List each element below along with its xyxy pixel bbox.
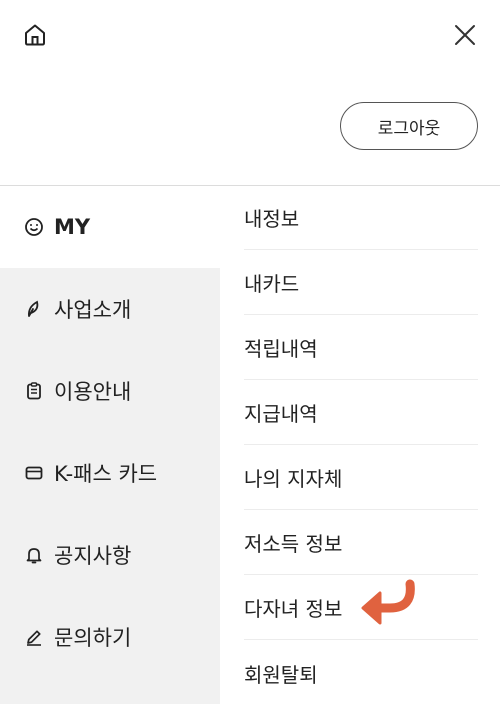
sidebar-item-guide[interactable]: 이용안내 [0,350,220,432]
sidebar-item-notice[interactable]: 공지사항 [0,514,220,596]
bell-icon [24,545,44,565]
menu-item-low-income-info[interactable]: 저소득 정보 [244,511,478,575]
sidebar-item-label: MY [54,215,91,239]
sidebar-item-my[interactable]: MY [0,186,220,268]
pencil-icon [24,627,44,647]
logout-button[interactable]: 로그아웃 [340,102,478,150]
menu-item-payment-history[interactable]: 지급내역 [244,381,478,445]
menu-header: 로그아웃 [0,0,500,186]
sidebar-item-label: 사업소개 [54,298,132,322]
sidebar-item-label: 공지사항 [54,544,132,568]
menu-item-my-card[interactable]: 내카드 [244,251,478,315]
sidebar-item-label: K-패스 카드 [54,462,158,486]
menu-item-accrual-history[interactable]: 적립내역 [244,316,478,380]
leaf-icon [24,299,44,319]
sidebar: MY 사업소개 이용안내 K-패스 카드 공지사항 문의하기 [0,186,220,704]
sidebar-item-label: 문의하기 [54,626,132,650]
menu-item-my-info[interactable]: 내정보 [244,186,478,250]
home-icon[interactable] [22,22,48,48]
sidebar-item-kpass-card[interactable]: K-패스 카드 [0,432,220,514]
sidebar-item-label: 이용안내 [54,380,132,404]
sidebar-item-inquiry[interactable]: 문의하기 [0,596,220,678]
sidebar-item-business[interactable]: 사업소개 [0,268,220,350]
smile-icon [24,217,44,237]
clipboard-icon [24,381,44,401]
close-icon[interactable] [452,22,478,48]
menu-item-my-municipality[interactable]: 나의 지자체 [244,446,478,510]
card-icon [24,463,44,483]
menu-item-withdraw[interactable]: 회원탈퇴 [244,641,478,705]
pointer-arrow-icon [361,579,415,625]
